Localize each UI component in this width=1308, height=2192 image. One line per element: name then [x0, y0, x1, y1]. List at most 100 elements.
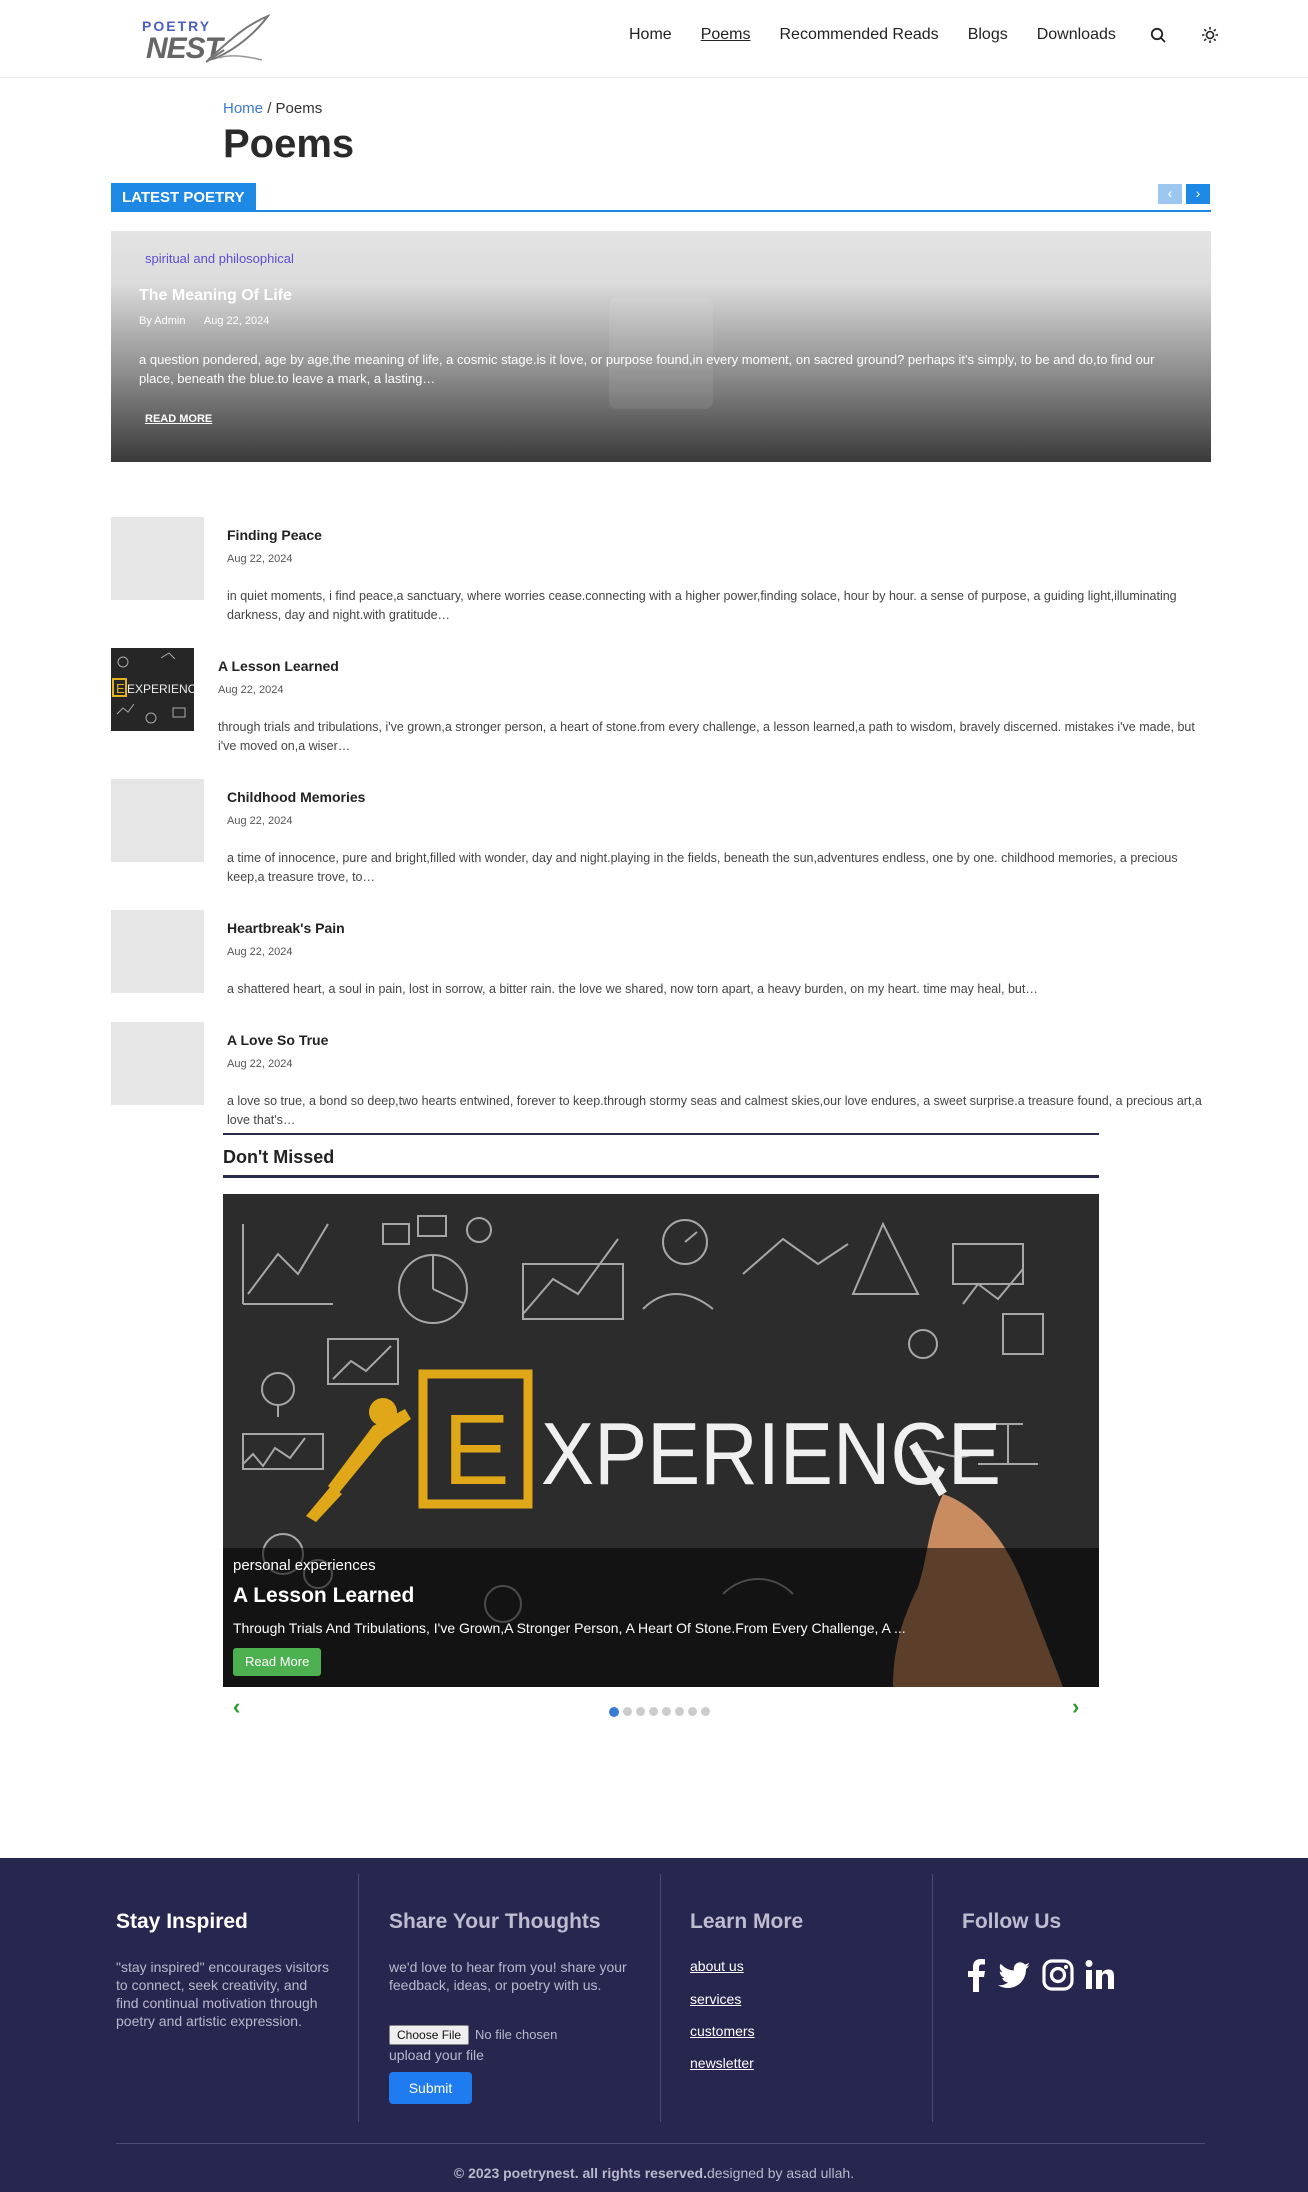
footer-stay-text: "stay inspired" encourages visitors to c…: [116, 1959, 330, 2029]
list-item: A Love So True Aug 22, 2024 a love so tr…: [111, 1022, 1211, 1127]
hero-read-more-link[interactable]: READ MORE: [145, 413, 212, 425]
footer-link-newsletter[interactable]: newsletter: [690, 2055, 754, 2071]
submit-button[interactable]: Submit: [389, 2072, 472, 2104]
no-file-label: No file chosen: [475, 2027, 558, 2042]
hero-title[interactable]: The Meaning Of Life: [139, 287, 292, 305]
nav-recommended-reads[interactable]: Recommended Reads: [779, 26, 938, 44]
post-title[interactable]: A Lesson Learned: [218, 658, 339, 674]
list-item: Heartbreak's Pain Aug 22, 2024 a shatter…: [111, 910, 1211, 1000]
post-excerpt: in quiet moments, i find peace,a sanctua…: [227, 589, 1177, 622]
slider-dots: [609, 1707, 714, 1717]
slider-prev-arrow[interactable]: ‹: [233, 1694, 240, 1720]
dont-missed-slide[interactable]: E XPERIENCE personal experiences A Lesso…: [223, 1194, 1099, 1687]
site-footer: Stay Inspired "stay inspired" encourages…: [0, 1858, 1308, 2192]
slider-dot-4[interactable]: [649, 1707, 658, 1716]
divider: [223, 1175, 1099, 1178]
theme-toggle-sun-icon[interactable]: [1201, 26, 1219, 44]
latest-poetry-label: LATEST POETRY: [111, 183, 256, 212]
featured-poem-card[interactable]: spiritual and philosophical The Meaning …: [111, 231, 1211, 462]
site-header: POETRY NEST Home Poems Recommended Reads…: [0, 0, 1308, 78]
slide-image-letter: E: [443, 1394, 510, 1506]
list-item: Childhood Memories Aug 22, 2024 a time o…: [111, 779, 1211, 884]
breadcrumb-separator: /: [267, 100, 272, 117]
hero-author: By Admin: [139, 315, 186, 327]
slider-dot-7[interactable]: [688, 1707, 697, 1716]
breadcrumb-home[interactable]: Home: [223, 100, 263, 117]
post-thumbnail[interactable]: [111, 517, 204, 600]
main-nav: Home Poems Recommended Reads Blogs Downl…: [629, 26, 1249, 44]
divider: [223, 1133, 1099, 1135]
post-date: Aug 22, 2024: [227, 946, 293, 958]
post-thumbnail[interactable]: E EXPERIENC: [111, 648, 194, 731]
slider-dot-2[interactable]: [623, 1707, 632, 1716]
nav-blogs[interactable]: Blogs: [968, 26, 1008, 44]
carousel-next-button[interactable]: ›: [1186, 184, 1210, 204]
post-date: Aug 22, 2024: [218, 684, 284, 696]
list-item: Finding Peace Aug 22, 2024 in quiet mome…: [111, 517, 1211, 622]
upload-label: upload your file: [389, 2047, 484, 2063]
hero-meta: By Admin Aug 22, 2024: [139, 315, 285, 327]
divider: [932, 1874, 933, 2122]
slider-dot-5[interactable]: [662, 1707, 671, 1716]
slider-dot-1[interactable]: [609, 1707, 619, 1717]
post-title[interactable]: Heartbreak's Pain: [227, 920, 345, 936]
footer-share-text: we'd love to hear from you! share your f…: [389, 1959, 627, 1993]
slide-excerpt: Through Trials And Tribulations, I've Gr…: [233, 1620, 906, 1636]
breadcrumb-current: Poems: [275, 100, 323, 117]
facebook-icon[interactable]: [960, 1958, 994, 1992]
post-date: Aug 22, 2024: [227, 1058, 293, 1070]
latest-poetry-bar: LATEST POETRY ‹ ›: [111, 183, 1211, 212]
post-date: Aug 22, 2024: [227, 553, 293, 565]
search-icon[interactable]: [1149, 26, 1167, 44]
thumb-image-text: EXPERIENC: [127, 682, 194, 696]
nav-home[interactable]: Home: [629, 26, 672, 44]
post-excerpt: through trials and tribulations, i've gr…: [218, 720, 1195, 753]
quill-pen-icon: [205, 14, 270, 63]
post-thumbnail[interactable]: [111, 779, 204, 862]
footer-stay-title: Stay Inspired: [116, 1910, 248, 1933]
hero-category[interactable]: spiritual and philosophical: [145, 251, 294, 266]
slider-dot-8[interactable]: [701, 1707, 710, 1716]
copyright-text: © 2023 poetrynest. all rights reserved.: [453, 2165, 707, 2181]
post-excerpt: a shattered heart, a soul in pain, lost …: [227, 982, 1038, 996]
linkedin-icon[interactable]: [1083, 1958, 1117, 1992]
post-thumbnail[interactable]: [111, 1022, 204, 1105]
slider-next-arrow[interactable]: ›: [1072, 1694, 1079, 1720]
dont-missed-heading: Don't Missed: [223, 1147, 335, 1167]
breadcrumb: Home / Poems: [223, 100, 322, 117]
svg-text:E: E: [116, 681, 125, 696]
hero-date: Aug 22, 2024: [203, 315, 270, 327]
divider: [358, 1874, 359, 2122]
footer-link-services[interactable]: services: [690, 1991, 741, 2007]
divider: [116, 2143, 1205, 2144]
designed-by: designed by asad ullah.: [706, 2165, 855, 2181]
footer-follow-title: Follow Us: [962, 1910, 1062, 1933]
page-title: Poems: [223, 122, 355, 166]
footer-link-customers[interactable]: customers: [690, 2023, 755, 2039]
instagram-icon[interactable]: [1041, 1958, 1075, 1992]
slide-title[interactable]: A Lesson Learned: [233, 1584, 414, 1608]
choose-file-button[interactable]: Choose File: [389, 2025, 470, 2045]
copyright: © 2023 poetrynest. all rights reserved.d…: [0, 2165, 1308, 2181]
slider-dot-3[interactable]: [636, 1707, 645, 1716]
twitter-icon[interactable]: [997, 1958, 1031, 1992]
slide-category[interactable]: personal experiences: [233, 1557, 376, 1574]
hero-excerpt: a question pondered, age by age,the mean…: [139, 352, 1155, 386]
post-thumbnail[interactable]: [111, 910, 204, 993]
carousel-prev-button[interactable]: ‹: [1158, 184, 1182, 204]
post-title[interactable]: Finding Peace: [227, 527, 322, 543]
post-title[interactable]: Childhood Memories: [227, 789, 365, 805]
list-item: E EXPERIENC A Lesson Learned Aug 22, 202…: [111, 648, 1211, 753]
footer-share-title: Share Your Thoughts: [389, 1910, 601, 1933]
slide-image-word: XPERIENCE: [541, 1404, 1001, 1503]
footer-learn-title: Learn More: [690, 1910, 804, 1933]
read-more-button[interactable]: Read More: [233, 1648, 322, 1676]
divider: [660, 1874, 661, 2122]
slider-dot-6[interactable]: [675, 1707, 684, 1716]
nav-downloads[interactable]: Downloads: [1037, 26, 1116, 44]
site-logo[interactable]: POETRY NEST: [140, 14, 270, 65]
post-title[interactable]: A Love So True: [227, 1032, 328, 1048]
footer-link-about-us[interactable]: about us: [690, 1958, 744, 1974]
post-excerpt: a time of innocence, pure and bright,fil…: [227, 851, 1178, 884]
nav-poems[interactable]: Poems: [701, 26, 751, 44]
